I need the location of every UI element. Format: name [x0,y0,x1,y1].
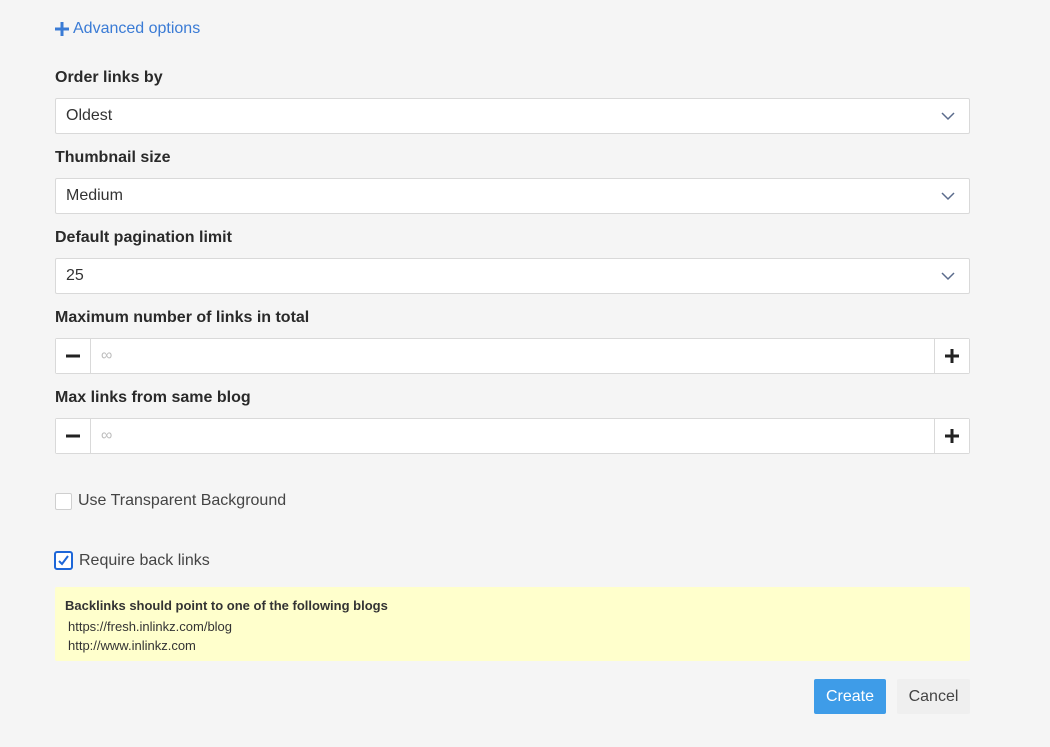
create-button[interactable]: Create [814,679,886,714]
backlinks-notice-title: Backlinks should point to one of the fol… [65,598,388,613]
chevron-down-icon [941,112,955,121]
max-links-blog-label: Max links from same blog [55,389,251,406]
chevron-down-icon [941,272,955,281]
advanced-options-label: Advanced options [73,20,201,37]
order-links-select[interactable]: Oldest [55,98,970,134]
minus-icon [66,434,80,438]
checkmark-icon [58,555,69,566]
require-back-links-checkbox[interactable] [54,551,73,570]
minus-icon [66,354,80,358]
max-links-blog-stepper [55,418,970,454]
max-links-total-input[interactable] [91,339,934,373]
create-collection-form: Advanced options Order links by Oldest T… [0,0,1050,747]
thumbnail-size-value: Medium [66,187,123,204]
increment-button[interactable] [934,339,969,373]
plus-icon [945,429,959,443]
thumbnail-size-select[interactable]: Medium [55,178,970,214]
thumbnail-size-label: Thumbnail size [55,149,171,166]
chevron-down-icon [941,192,955,201]
pagination-limit-select[interactable]: 25 [55,258,970,294]
backlinks-notice: Backlinks should point to one of the fol… [55,587,970,661]
max-links-blog-input[interactable] [91,419,934,453]
transparent-background-checkbox[interactable] [55,492,72,510]
max-links-total-stepper [55,338,970,374]
advanced-options-toggle[interactable]: Advanced options [55,20,200,38]
transparent-background-option[interactable]: Use Transparent Background [55,492,286,510]
require-back-links-option[interactable]: Require back links [54,551,210,570]
order-links-value: Oldest [66,107,113,124]
decrement-button[interactable] [56,419,91,453]
require-back-links-label: Require back links [79,551,210,569]
decrement-button[interactable] [56,339,91,373]
pagination-limit-label: Default pagination limit [55,229,232,246]
plus-icon [55,22,69,36]
backlink-url: https://fresh.inlinkz.com/blog [68,619,233,634]
plus-icon [945,349,959,363]
order-links-label: Order links by [55,69,163,86]
increment-button[interactable] [934,419,969,453]
pagination-limit-value: 25 [66,267,84,284]
max-links-total-label: Maximum number of links in total [55,309,310,326]
transparent-background-label: Use Transparent Background [78,492,287,509]
cancel-button[interactable]: Cancel [897,679,970,714]
backlink-url: http://www.inlinkz.com [68,638,196,653]
